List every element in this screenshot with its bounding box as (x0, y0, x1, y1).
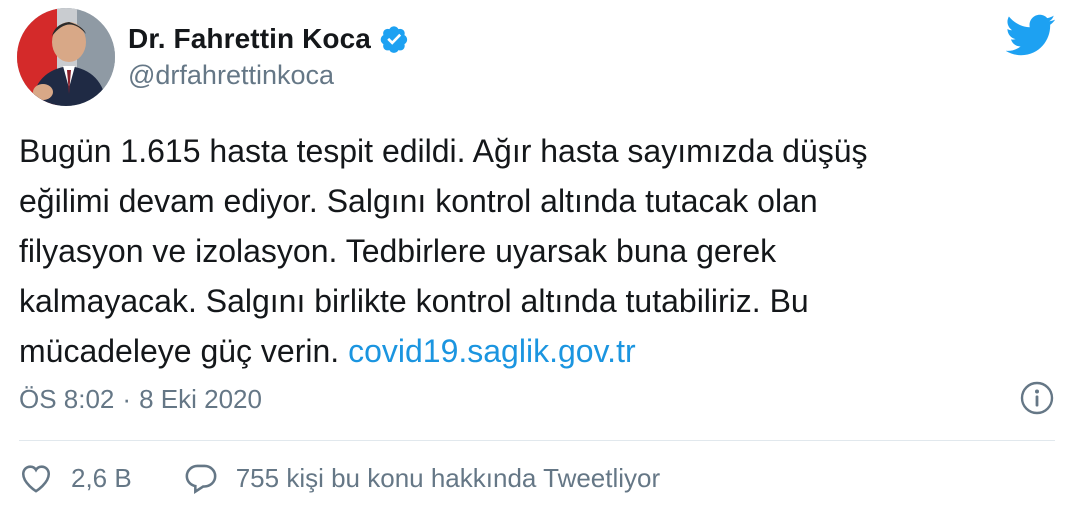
author-display-name[interactable]: Dr. Fahrettin Koca (128, 23, 371, 55)
speech-bubble-icon (185, 464, 217, 494)
reply-count-label: 755 kişi bu konu hakkında Tweetliyor (235, 462, 661, 493)
like-button[interactable]: 2,6 B (19, 462, 132, 494)
tweet-date: 8 Eki 2020 (139, 384, 262, 414)
tweet-text: Bugün 1.615 hasta tespit edildi. Ağır ha… (19, 126, 1059, 376)
avatar[interactable] (17, 8, 115, 106)
twitter-bird-icon[interactable] (1005, 10, 1056, 60)
tweet-card: Dr. Fahrettin Koca @drfahrettinkoca Bugü… (0, 0, 1078, 508)
author-handle[interactable]: @drfahrettinkoca (128, 60, 334, 91)
tweet-timestamp[interactable]: ÖS 8:02 · 8 Eki 2020 (19, 384, 262, 415)
like-count: 2,6 B (71, 462, 132, 493)
meta-separator: · (122, 384, 132, 414)
divider (19, 440, 1055, 441)
tweet-time: ÖS 8:02 (19, 384, 115, 414)
author-name-row: Dr. Fahrettin Koca (128, 20, 409, 58)
tweet-link[interactable]: covid19.saglik.gov.tr (348, 333, 636, 369)
tweet-actions: 2,6 B 755 kişi bu konu hakkında Tweetliy… (19, 462, 712, 494)
info-icon[interactable] (1020, 381, 1054, 415)
reply-button[interactable]: 755 kişi bu konu hakkında Tweetliyor (184, 462, 660, 494)
heart-icon (21, 465, 51, 493)
verified-badge-icon (379, 24, 409, 54)
